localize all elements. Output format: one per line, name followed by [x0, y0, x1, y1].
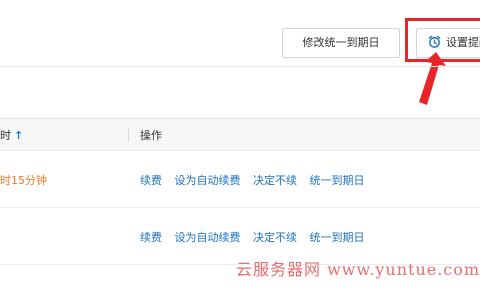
row-actions: 续费 设为自动续费 决定不续 统一到期日	[140, 172, 374, 188]
sort-column-label: 时	[0, 129, 11, 142]
renew-link[interactable]: 续费	[140, 231, 162, 244]
set-auto-renew-link[interactable]: 设为自动续费	[175, 174, 241, 187]
watermark: 云服务器网 www.yuntue.com	[236, 260, 480, 279]
column-separator	[128, 127, 129, 142]
unify-expiry-link[interactable]: 统一到期日	[310, 231, 365, 244]
sort-column-header[interactable]: 时 ↑	[0, 127, 23, 143]
table-header: 时 ↑ 操作	[0, 118, 480, 151]
pointer-arrow	[419, 52, 446, 105]
renew-link[interactable]: 续费	[140, 174, 162, 187]
row-actions: 续费 设为自动续费 决定不续 统一到期日	[140, 229, 374, 245]
toolbar-divider	[0, 66, 480, 67]
toolbar: 修改统一到期日 设置提醒	[0, 0, 480, 66]
sort-up-icon[interactable]: ↑	[14, 129, 23, 142]
set-auto-renew-link[interactable]: 设为自动续费	[175, 231, 241, 244]
decline-renew-link[interactable]: 决定不续	[253, 174, 297, 187]
unify-expiry-button[interactable]: 修改统一到期日	[282, 28, 400, 58]
unify-expiry-link[interactable]: 统一到期日	[310, 174, 365, 187]
decline-renew-link[interactable]: 决定不续	[253, 231, 297, 244]
table-row: 时15分钟 续费 设为自动续费 决定不续 统一到期日	[0, 151, 480, 208]
time-remaining: 时15分钟	[0, 174, 47, 187]
ops-column-header: 操作	[140, 129, 162, 142]
